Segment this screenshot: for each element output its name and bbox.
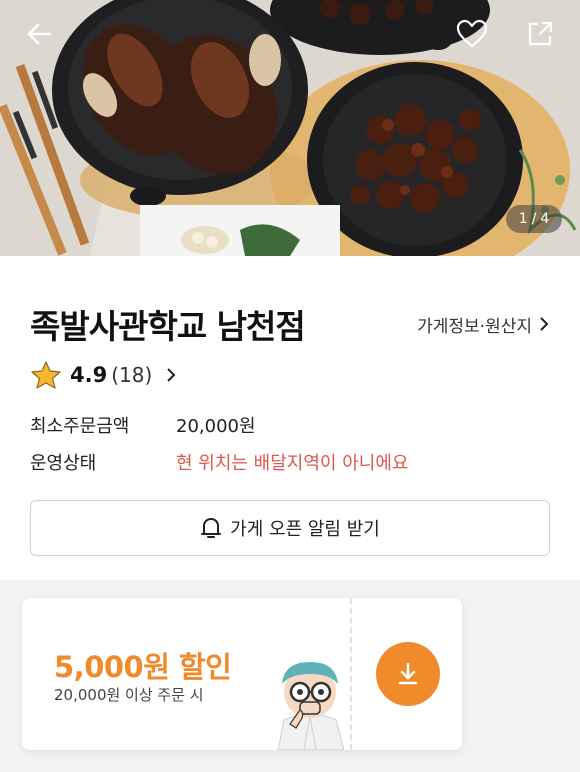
coupon-condition: 20,000원 이상 주문 시: [54, 686, 204, 704]
food-photo: [0, 0, 580, 256]
coupon-amount: 5,000원 할인: [54, 650, 232, 684]
share-button[interactable]: [520, 14, 560, 54]
coupon-divider: [350, 598, 352, 750]
min-order-label: 최소주문금액: [30, 415, 130, 437]
status-row: 운영상태 현 위치는 배달지역이 아니에요: [30, 443, 550, 480]
open-notification-label: 가게 오픈 알림 받기: [230, 519, 380, 540]
store-name: 족발사관학교 남천점: [30, 307, 306, 346]
download-icon: [398, 662, 418, 685]
coupon-download-button[interactable]: [376, 642, 440, 706]
status-label: 운영상태: [30, 452, 97, 474]
pager-total: 4: [540, 211, 550, 227]
min-order-row: 최소주문금액 20,000원: [30, 406, 550, 443]
pager-separator: /: [531, 211, 537, 227]
review-count: (18): [111, 363, 153, 387]
mascot-illustration: [277, 662, 345, 750]
photo-pager: 1 / 4: [506, 205, 562, 233]
store-info-link-label: 가게정보·원산지: [417, 316, 532, 337]
chevron-right-icon: [167, 368, 176, 382]
coupon-card: 5,000원 할인 20,000원 이상 주문 시: [22, 598, 462, 750]
store-info-link[interactable]: 가게정보·원산지: [417, 312, 550, 337]
bottom-divider: [0, 760, 580, 772]
store-info-panel: 족발사관학교 남천점 가게정보·원산지 4.9 (18) 최소주문금액 20,0…: [0, 256, 580, 580]
open-notification-button[interactable]: 가게 오픈 알림 받기: [30, 500, 550, 556]
status-value: 현 위치는 배달지역이 아니에요: [176, 452, 409, 474]
min-order-value: 20,000원: [176, 415, 256, 437]
favorite-button[interactable]: [452, 14, 492, 54]
rating-value: 4.9: [70, 363, 108, 387]
heart-icon: [456, 19, 488, 48]
bell-icon: [201, 518, 222, 538]
store-photo-carousel[interactable]: 1 / 4: [0, 0, 580, 256]
star-icon: [31, 361, 61, 389]
chevron-right-icon: [540, 317, 549, 331]
back-button[interactable]: [20, 14, 60, 54]
share-icon: [528, 21, 553, 46]
rating-summary[interactable]: 4.9 (18): [30, 360, 180, 390]
pager-current: 1: [518, 211, 528, 227]
back-arrow-icon: [27, 23, 52, 45]
